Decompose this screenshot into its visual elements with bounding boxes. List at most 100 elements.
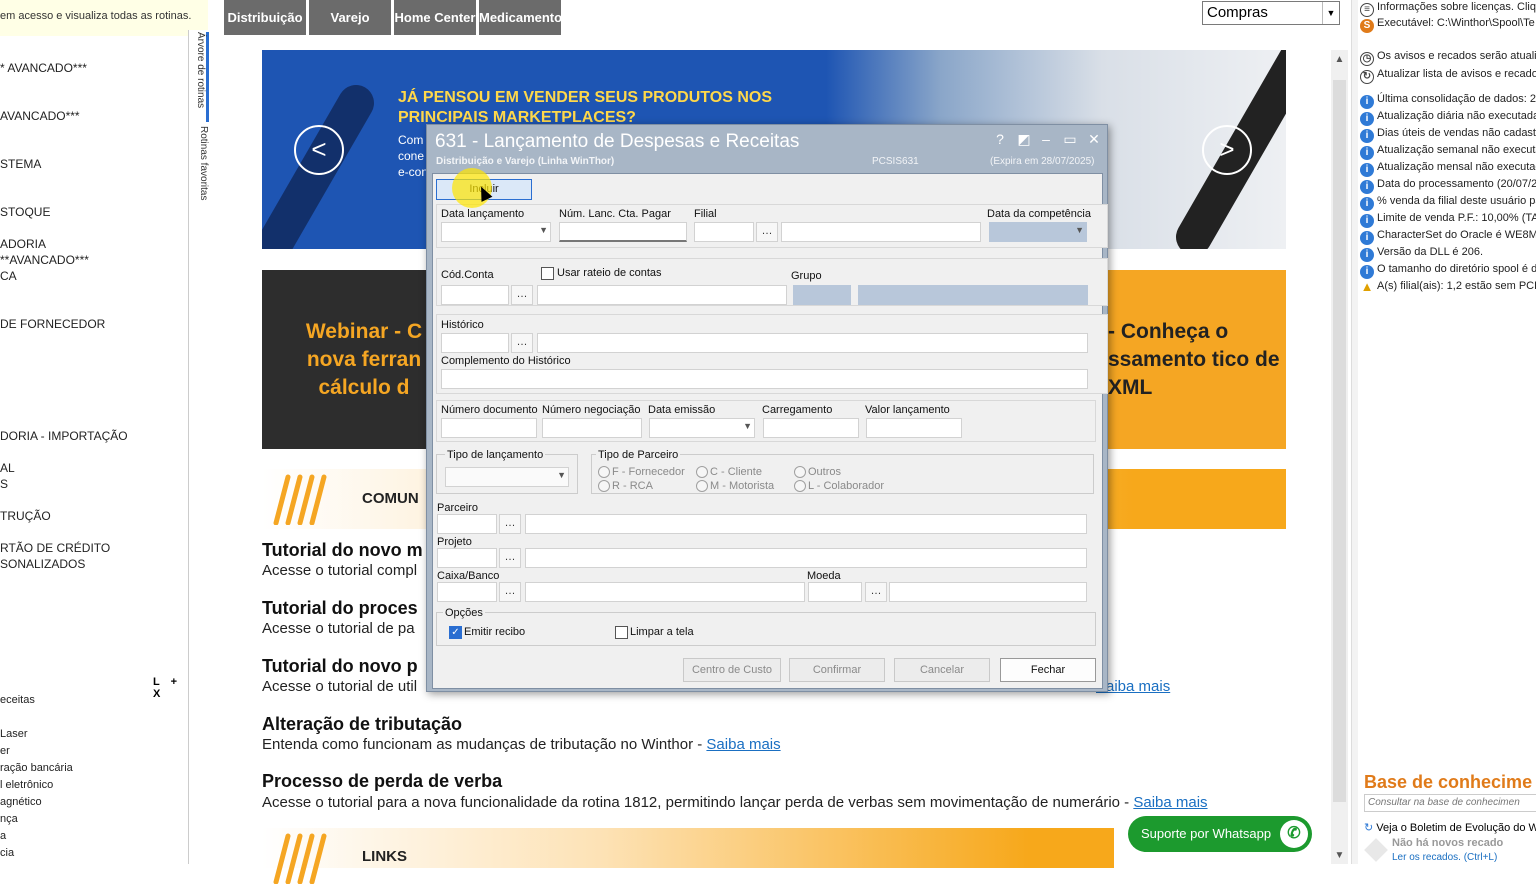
favorite-item[interactable]: l eletrônico bbox=[0, 777, 53, 793]
tree-item[interactable]: DE FORNECEDOR bbox=[0, 316, 105, 332]
tree-item[interactable]: RTÃO DE CRÉDITO bbox=[0, 540, 110, 556]
refresh-line[interactable]: ↻ Atualizar lista de avisos e recados bbox=[1360, 67, 1536, 84]
tutorial-title: Tutorial do proces bbox=[262, 598, 418, 618]
chevron-down-icon: ▼ bbox=[557, 470, 566, 480]
nav-home-center[interactable]: Home Center bbox=[394, 0, 476, 35]
carregamento-field[interactable] bbox=[763, 418, 859, 438]
cod-conta-field[interactable] bbox=[441, 285, 509, 305]
favorite-item[interactable]: nça bbox=[0, 811, 18, 827]
favorite-item[interactable]: er bbox=[0, 743, 10, 759]
tree-item[interactable]: SONALIZADOS bbox=[0, 556, 85, 572]
favorite-item[interactable]: a bbox=[0, 828, 6, 844]
moeda-lookup-button[interactable]: … bbox=[865, 582, 887, 602]
help-icon[interactable]: ? bbox=[989, 129, 1011, 149]
tab-favorite-routines[interactable]: Rotinas favoritas bbox=[191, 126, 209, 216]
fechar-button[interactable]: Fechar bbox=[1000, 658, 1096, 682]
carousel-prev-button[interactable]: < bbox=[294, 125, 344, 175]
filial-lookup-button[interactable]: … bbox=[756, 222, 778, 242]
saiba-mais-link[interactable]: Saiba mais bbox=[1133, 794, 1207, 811]
favorite-item[interactable]: cia bbox=[0, 845, 14, 861]
tree-item[interactable]: CA bbox=[0, 268, 17, 284]
radio-fornecedor[interactable] bbox=[598, 466, 610, 478]
favorite-item[interactable]: Laser bbox=[0, 726, 28, 742]
panel-splitter[interactable] bbox=[1352, 0, 1358, 864]
favorite-item[interactable]: agnético bbox=[0, 794, 42, 810]
tree-item[interactable]: **AVANCADO*** bbox=[0, 252, 89, 268]
tipo-parceiro-group: Tipo de Parceiro F - Fornecedor C - Clie… bbox=[591, 449, 1094, 494]
tree-item[interactable]: DORIA - IMPORTAÇÃO bbox=[0, 428, 128, 444]
data-emissao-field[interactable]: ▼ bbox=[649, 418, 755, 438]
nav-varejo[interactable]: Varejo bbox=[309, 0, 391, 35]
emitir-recibo-checkbox[interactable]: ✓ bbox=[449, 626, 462, 639]
complemento-field[interactable] bbox=[441, 369, 1088, 389]
boletim-line[interactable]: ↻ Veja o Boletim de Evolução do W bbox=[1364, 821, 1536, 834]
filial-field[interactable] bbox=[694, 222, 754, 242]
centro-de-custo-button[interactable]: Centro de Custo bbox=[683, 658, 781, 682]
historico-code-field[interactable] bbox=[441, 333, 509, 353]
radio-rca[interactable] bbox=[598, 480, 610, 492]
restore-icon[interactable]: ◩ bbox=[1013, 129, 1035, 149]
cancelar-button[interactable]: Cancelar bbox=[894, 658, 990, 682]
caixa-banco-code-field[interactable] bbox=[437, 582, 497, 602]
projeto-description-field bbox=[525, 548, 1087, 568]
limpar-tela-checkbox[interactable] bbox=[615, 626, 628, 639]
tutorial-text: Acesse o tutorial de util bbox=[262, 678, 418, 695]
parceiro-lookup-button[interactable]: … bbox=[499, 514, 521, 534]
valor-lancamento-label: Valor lançamento bbox=[865, 404, 950, 416]
radio-cliente[interactable] bbox=[696, 466, 708, 478]
tree-item[interactable]: STOQUE bbox=[0, 204, 50, 220]
valor-lancamento-field[interactable] bbox=[866, 418, 962, 438]
minimize-icon[interactable]: – bbox=[1035, 129, 1057, 149]
saiba-mais-link[interactable]: Saiba mais bbox=[706, 736, 780, 753]
scroll-down-icon[interactable]: ▼ bbox=[1331, 850, 1348, 861]
tree-item[interactable]: ADORIA bbox=[0, 236, 46, 252]
data-emissao-label: Data emissão bbox=[648, 404, 716, 416]
dialog-titlebar[interactable]: 631 - Lançamento de Despesas e Receitas … bbox=[427, 125, 1107, 173]
data-competencia-field[interactable]: ▼ bbox=[989, 222, 1087, 242]
carousel-next-button[interactable]: > bbox=[1202, 125, 1252, 175]
confirmar-button[interactable]: Confirmar bbox=[789, 658, 885, 682]
moeda-code-field[interactable] bbox=[808, 582, 862, 602]
nav-distribuicao[interactable]: Distribuição bbox=[224, 0, 306, 35]
tipo-lancamento-select[interactable]: ▼ bbox=[445, 467, 569, 487]
parceiro-code-field[interactable] bbox=[437, 514, 497, 534]
tree-item[interactable]: AVANCADO*** bbox=[0, 108, 80, 124]
cod-conta-lookup-button[interactable]: … bbox=[511, 285, 533, 305]
content-scrollbar[interactable]: ▲ ▼ bbox=[1331, 50, 1348, 864]
radio-outros[interactable] bbox=[794, 466, 806, 478]
executable-info: S Executável: C:\Winthor\Spool\Te bbox=[1360, 16, 1535, 33]
num-lanc-field[interactable] bbox=[559, 222, 687, 242]
nav-medicamento[interactable]: Medicamento bbox=[479, 0, 562, 35]
tab-routine-tree[interactable]: Árvore de rotinas bbox=[191, 32, 209, 122]
account-group: Cód.Conta Usar rateio de contas Grupo … bbox=[436, 258, 1108, 306]
knowledge-base-search[interactable]: Consultar na base de conhecimen bbox=[1364, 794, 1536, 812]
usar-rateio-checkbox[interactable] bbox=[541, 267, 554, 280]
license-info[interactable]: ≡ Informações sobre licenças. Clique bbox=[1360, 0, 1536, 17]
module-select[interactable]: Compras ▼ bbox=[1202, 1, 1340, 25]
favorite-item[interactable]: eceitas bbox=[0, 692, 35, 708]
maximize-icon[interactable]: ▭ bbox=[1059, 129, 1081, 149]
close-icon[interactable]: ✕ bbox=[1083, 129, 1105, 149]
data-lancamento-field[interactable]: ▼ bbox=[441, 222, 551, 242]
tree-item[interactable]: TRUÇÃO bbox=[0, 508, 51, 524]
read-messages-link[interactable]: Ler os recados. (Ctrl+L) bbox=[1392, 852, 1497, 863]
tree-item[interactable]: AL bbox=[0, 460, 15, 476]
numero-negociacao-field[interactable] bbox=[542, 418, 642, 438]
no-messages-text: Não há novos recado bbox=[1392, 837, 1504, 849]
projeto-lookup-button[interactable]: … bbox=[499, 548, 521, 568]
tree-item[interactable]: STEMA bbox=[0, 156, 41, 172]
scroll-thumb[interactable] bbox=[1333, 80, 1346, 802]
numero-documento-field[interactable] bbox=[441, 418, 537, 438]
favorite-item[interactable]: ração bancária bbox=[0, 760, 73, 776]
chevron-down-icon: ▼ bbox=[1322, 2, 1339, 24]
projeto-code-field[interactable] bbox=[437, 548, 497, 568]
scroll-up-icon[interactable]: ▲ bbox=[1331, 54, 1348, 65]
caixa-banco-lookup-button[interactable]: … bbox=[499, 582, 521, 602]
whatsapp-support-button[interactable]: Suporte por Whatsapp ✆ bbox=[1128, 816, 1312, 852]
info-line: iO tamanho do diretório spool é de bbox=[1360, 262, 1536, 279]
tree-item[interactable]: S bbox=[0, 476, 8, 492]
tree-item[interactable]: * AVANCADO*** bbox=[0, 60, 87, 76]
radio-colaborador[interactable] bbox=[794, 480, 806, 492]
historico-lookup-button[interactable]: … bbox=[511, 333, 533, 353]
radio-motorista[interactable] bbox=[696, 480, 708, 492]
